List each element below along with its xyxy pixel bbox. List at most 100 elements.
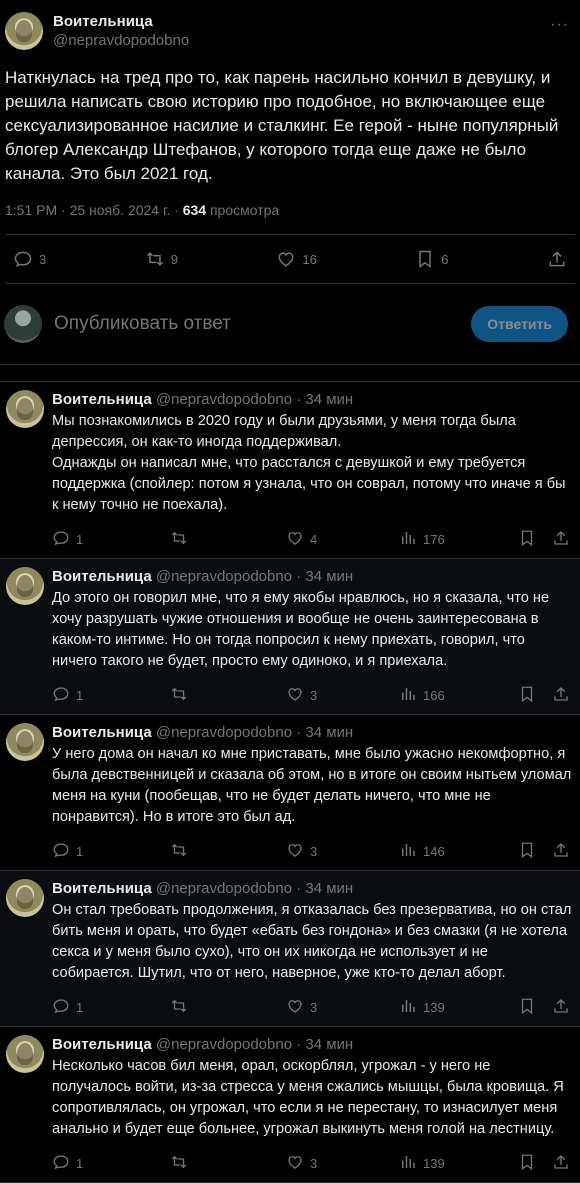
reply-tweet[interactable]: Воительница @nepravdopodobno · 34 мин До… [0, 559, 580, 715]
avatar[interactable] [6, 390, 44, 428]
like-button[interactable]: 3 [286, 1153, 399, 1174]
views-button[interactable]: 176 [399, 529, 517, 550]
views-button[interactable]: 146 [399, 841, 517, 862]
retweet-icon [170, 685, 188, 706]
bookmark-button[interactable] [518, 529, 536, 550]
reply-header: Воительница @nepravdopodobno · 34 мин [52, 390, 572, 410]
reply-header: Воительница @nepravdopodobno · 34 мин [52, 879, 572, 899]
retweet-icon [170, 1153, 188, 1174]
main-tweet: Воительница @nepravdopodobno ··· Наткнул… [0, 0, 580, 284]
bookmark-button[interactable] [518, 841, 536, 862]
reply-text: До этого он говорил мне, что я ему якобы… [52, 590, 550, 669]
like-button[interactable]: 3 [286, 685, 399, 706]
share-button[interactable] [552, 997, 570, 1018]
bookmark-icon [419, 250, 432, 268]
views-button[interactable]: 139 [399, 997, 517, 1018]
author-name[interactable]: Воительница [52, 880, 152, 897]
retweet-icon [170, 841, 188, 862]
share-icon [552, 1153, 570, 1174]
view-label: просмотра [206, 202, 280, 218]
retweet-button[interactable] [170, 997, 286, 1018]
reply-time[interactable]: · 34 мин [292, 1036, 353, 1053]
reply-time[interactable]: · 34 мин [292, 724, 353, 741]
reply-tweet[interactable]: Воительница @nepravdopodobno · 34 мин У … [0, 715, 580, 871]
author-handle[interactable]: @nepravdopodobno [156, 724, 292, 741]
like-button[interactable]: 16 [276, 249, 317, 269]
reply-button[interactable]: 1 [52, 997, 170, 1018]
heart-icon [286, 1153, 304, 1174]
author-name[interactable]: Воительница [52, 724, 152, 741]
author-handle[interactable]: @nepravdopodobno [156, 568, 292, 585]
reply-tweet[interactable]: Воительница @nepravdopodobno · 34 мин Мы… [0, 382, 580, 559]
bookmark-button[interactable] [518, 685, 536, 706]
avatar[interactable] [6, 1035, 44, 1073]
author-handle[interactable]: @nepravdopodobno [156, 1036, 292, 1053]
reply-input[interactable]: Опубликовать ответ [54, 313, 459, 335]
bookmark-button[interactable] [518, 997, 536, 1018]
share-button[interactable] [552, 841, 570, 862]
views-button[interactable]: 139 [399, 1153, 517, 1174]
avatar[interactable] [6, 723, 44, 761]
retweet-button[interactable]: 9 [145, 249, 178, 269]
bookmark-icon [518, 997, 536, 1018]
reply-icon [52, 529, 70, 550]
avatar[interactable] [6, 879, 44, 917]
reply-time[interactable]: · 34 мин [292, 880, 353, 897]
reply-icon [52, 1153, 70, 1174]
retweet-button[interactable] [170, 1153, 286, 1174]
reply-text: Он стал требовать продолжения, я отказал… [52, 902, 572, 981]
bookmark-icon [518, 1153, 536, 1174]
retweet-icon [170, 997, 188, 1018]
author-name[interactable]: Воительница [52, 1036, 152, 1053]
heart-icon [286, 529, 304, 550]
author-handle[interactable]: @nepravdopodobno [53, 31, 189, 50]
bookmark-button[interactable] [518, 1153, 536, 1174]
reply-time[interactable]: · 34 мин [292, 568, 353, 585]
share-button[interactable] [552, 1153, 570, 1174]
reply-button[interactable]: 1 [52, 1153, 170, 1174]
reply-text: У него дома он начал ко мне приставать, … [52, 746, 572, 825]
tweet-timestamp[interactable]: 1:51 PM · 25 нояб. 2024 г. · [5, 202, 183, 218]
reply-tweet[interactable]: Воительница @nepravdopodobno · 34 мин Он… [0, 871, 580, 1027]
tweet-text: Наткнулась на тред про то, как парень на… [5, 68, 559, 183]
heart-icon [278, 252, 294, 267]
retweet-button[interactable] [170, 841, 286, 862]
reply-header: Воительница @nepravdopodobno · 34 мин [52, 567, 572, 587]
bookmark-button[interactable]: 6 [415, 249, 449, 269]
reply-icon [14, 251, 32, 267]
share-icon [552, 685, 570, 706]
author-name[interactable]: Воительница [53, 12, 189, 31]
reply-button[interactable]: 1 [52, 685, 170, 706]
share-button[interactable] [547, 249, 567, 269]
main-tweet-actions: 3 9 16 6 [5, 235, 575, 284]
retweet-button[interactable] [170, 685, 286, 706]
reply-text: Мы познакомились в 2020 году и были друз… [52, 413, 566, 513]
avatar[interactable] [5, 12, 43, 50]
like-button[interactable]: 4 [286, 529, 399, 550]
like-button[interactable]: 3 [286, 997, 399, 1018]
reply-button[interactable]: 3 [13, 249, 46, 269]
retweet-button[interactable] [170, 529, 286, 550]
reply-icon [52, 997, 70, 1018]
author-name[interactable]: Воительница [52, 391, 152, 408]
reply-button[interactable]: 1 [52, 529, 170, 550]
author-name[interactable]: Воительница [52, 568, 152, 585]
like-button[interactable]: 3 [286, 841, 399, 862]
more-options-icon[interactable]: ··· [550, 16, 569, 34]
analytics-icon [399, 841, 417, 862]
author-handle[interactable]: @nepravdopodobno [156, 391, 292, 408]
reply-button[interactable]: 1 [52, 841, 170, 862]
view-count: 634 [182, 202, 207, 218]
reply-submit-button[interactable]: Ответить [471, 306, 568, 342]
share-icon [552, 529, 570, 550]
share-icon [552, 997, 570, 1018]
author-handle[interactable]: @nepravdopodobno [156, 880, 292, 897]
views-button[interactable]: 166 [399, 685, 517, 706]
share-button[interactable] [552, 685, 570, 706]
reply-tweet[interactable]: Воительница @nepravdopodobno · 34 мин Не… [0, 1027, 580, 1183]
reply-actions: 1 3 139 [52, 1144, 572, 1182]
heart-icon [286, 841, 304, 862]
avatar[interactable] [6, 567, 44, 605]
share-button[interactable] [552, 529, 570, 550]
reply-time[interactable]: · 34 мин [292, 391, 353, 408]
